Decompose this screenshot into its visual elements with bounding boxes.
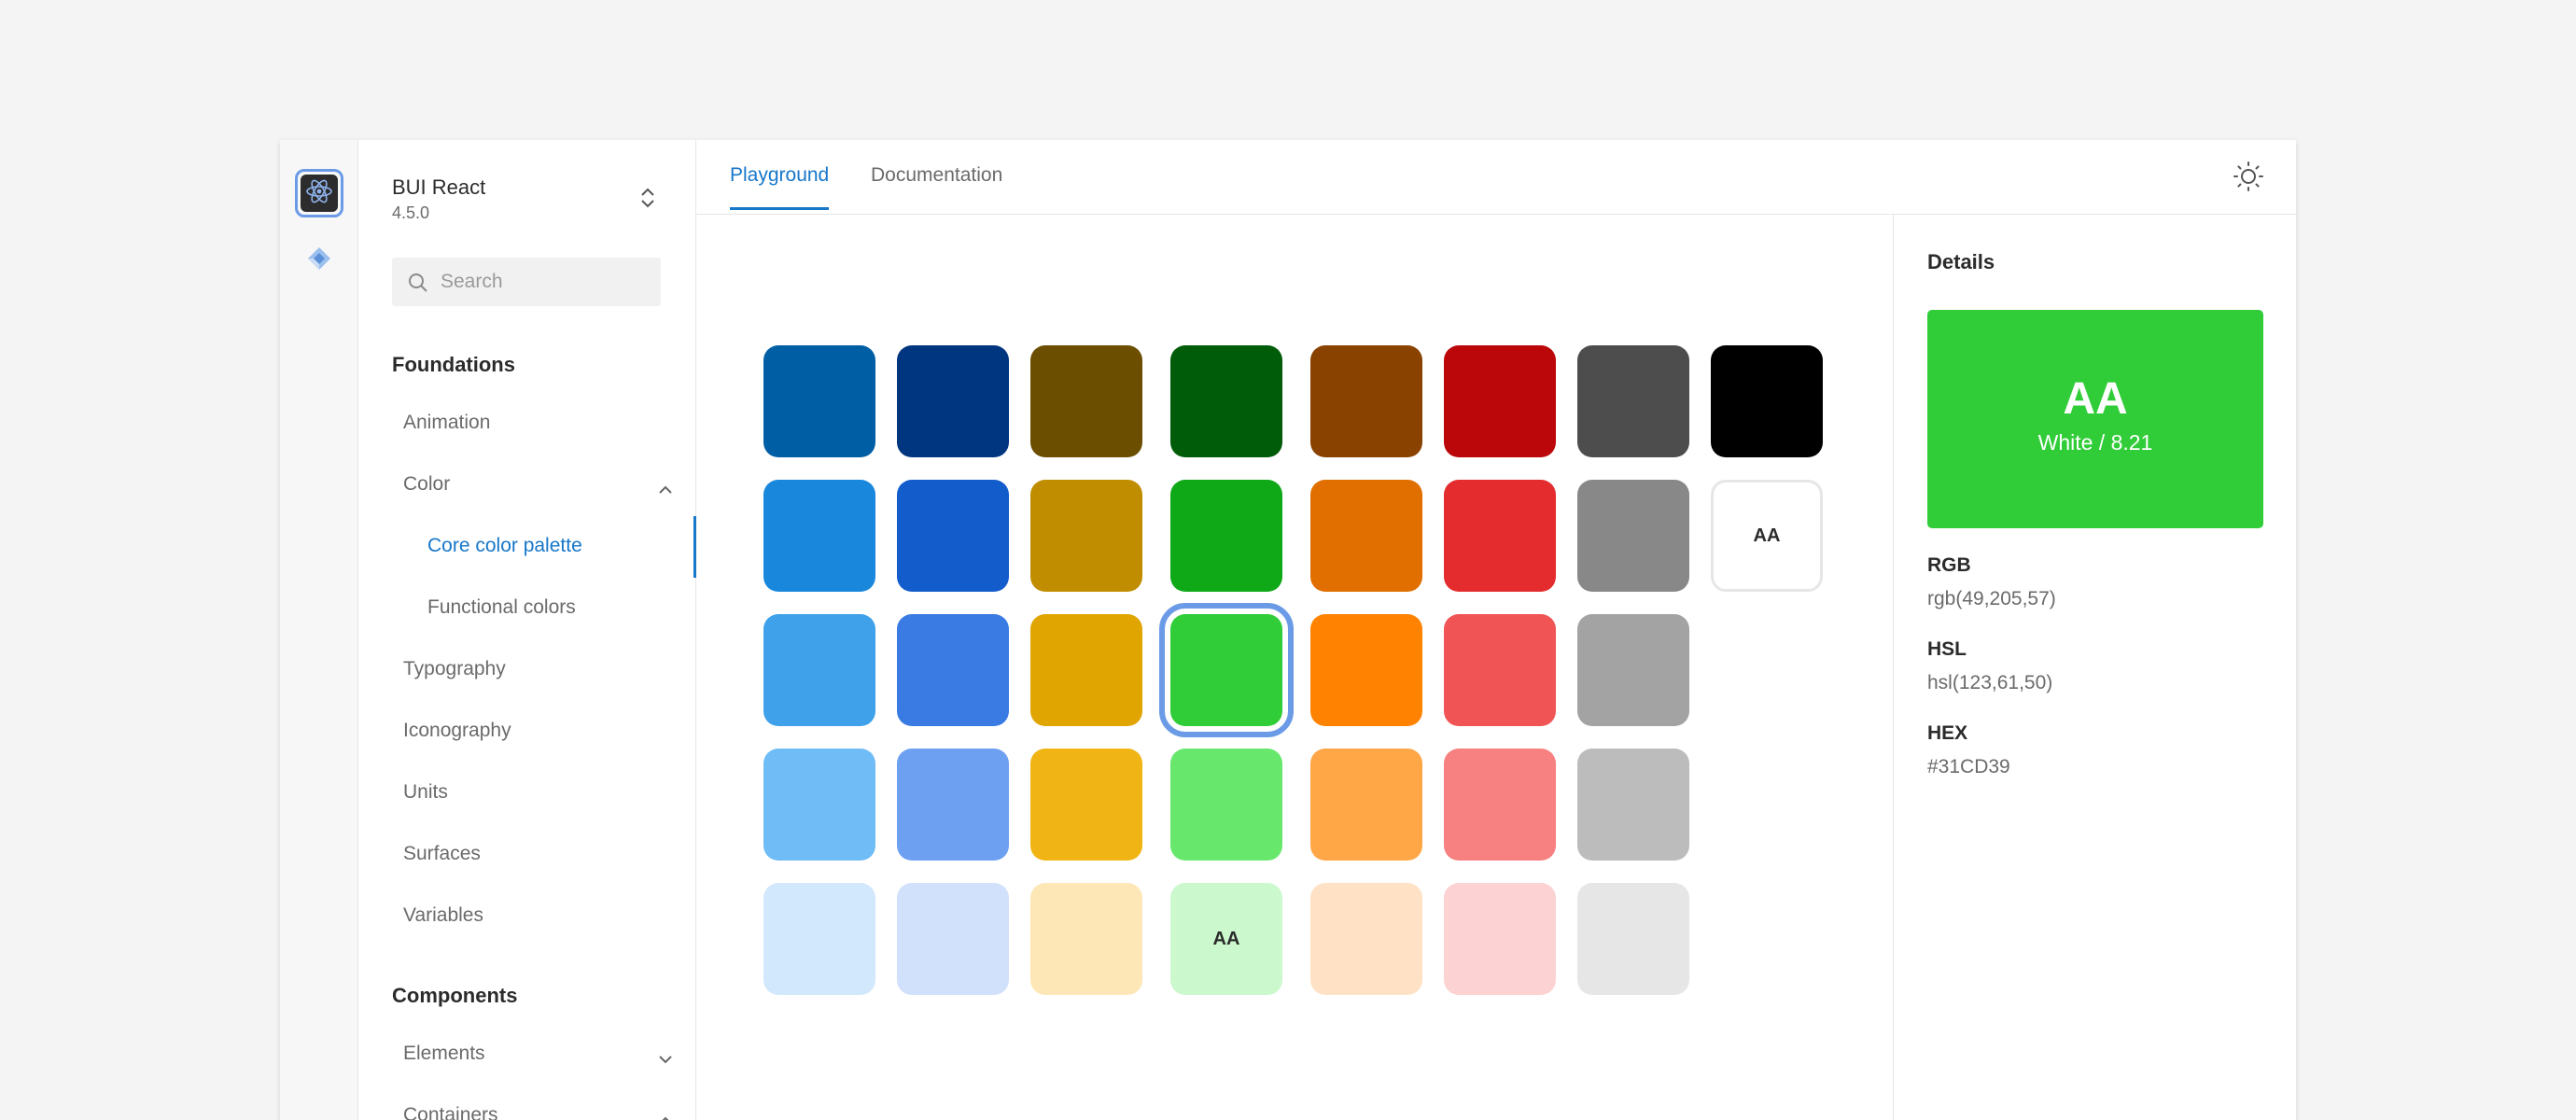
color-swatch[interactable]: [1159, 603, 1294, 737]
react-app-button[interactable]: [295, 169, 343, 217]
sidebar-item-label: Containers: [403, 1104, 498, 1120]
color-swatch[interactable]: [1310, 883, 1422, 995]
search-box[interactable]: [392, 258, 661, 306]
rgb-label: RGB: [1927, 554, 1971, 576]
color-swatch[interactable]: [763, 749, 875, 861]
sun-icon[interactable]: [2233, 161, 2264, 197]
sidebar-item-label: Units: [403, 781, 448, 803]
details-panel: Details AA White / 8.21 RGB rgb(49,205,5…: [1893, 215, 2296, 1120]
sidebar-item-label: Color: [403, 473, 451, 495]
sidebar-item-core-color-palette[interactable]: Core color palette: [427, 532, 698, 560]
color-swatch[interactable]: [763, 480, 875, 592]
sidebar-item-label: Core color palette: [427, 535, 582, 556]
chevron-up-icon: [657, 1108, 674, 1120]
sidebar-item-variables[interactable]: Variables: [403, 902, 674, 930]
color-swatch[interactable]: [1030, 345, 1142, 457]
top-tabs: Playground Documentation: [696, 140, 2296, 215]
project-switcher-icon[interactable]: [637, 185, 658, 211]
components-heading: Components: [392, 984, 518, 1007]
search-input[interactable]: [441, 258, 646, 306]
tab-documentation[interactable]: Documentation: [871, 164, 1002, 207]
sidebar-item-functional-colors[interactable]: Functional colors: [427, 594, 698, 622]
color-swatch[interactable]: [1030, 883, 1142, 995]
color-swatch[interactable]: [1577, 883, 1689, 995]
color-swatch[interactable]: [1030, 480, 1142, 592]
sidebar-item-label: Functional colors: [427, 596, 576, 618]
sidebar-item-color[interactable]: Color: [403, 470, 674, 498]
color-preview: AA White / 8.21: [1927, 310, 2263, 528]
app-window: BUI React 4.5.0 Foundations Animation Co…: [280, 140, 2296, 1120]
color-swatch[interactable]: [1577, 614, 1689, 726]
color-swatch[interactable]: [763, 883, 875, 995]
color-swatch[interactable]: [763, 345, 875, 457]
sidebar-item-label: Typography: [403, 658, 506, 679]
color-swatch[interactable]: [897, 614, 1009, 726]
secondary-app-button[interactable]: [295, 236, 343, 285]
color-swatch[interactable]: [1030, 749, 1142, 861]
hsl-label: HSL: [1927, 638, 1967, 660]
sidebar-item-label: Variables: [403, 904, 483, 926]
search-icon: [407, 272, 429, 299]
sidebar-item-units[interactable]: Units: [403, 778, 674, 806]
chevron-down-icon: [657, 1046, 674, 1074]
sidebar-item-elements[interactable]: Elements: [403, 1040, 674, 1068]
color-swatch[interactable]: [897, 749, 1009, 861]
project-name: BUI React: [392, 175, 486, 199]
color-swatch[interactable]: [763, 614, 875, 726]
foundations-heading: Foundations: [392, 353, 515, 376]
color-swatch[interactable]: [1030, 614, 1142, 726]
color-swatch[interactable]: [1577, 749, 1689, 861]
preview-contrast-ratio: White / 8.21: [2037, 430, 2153, 455]
color-swatch[interactable]: [1170, 345, 1282, 457]
color-swatch[interactable]: [897, 480, 1009, 592]
color-swatch[interactable]: [1310, 614, 1422, 726]
hex-value: #31CD39: [1927, 756, 2010, 777]
contrast-sample-label: AA: [1753, 525, 1781, 546]
contrast-sample-label: AA: [1212, 928, 1240, 949]
sidebar-item-containers[interactable]: Containers: [403, 1101, 674, 1120]
color-swatch[interactable]: [1170, 480, 1282, 592]
hsl-value: hsl(123,61,50): [1927, 672, 2053, 693]
color-swatch[interactable]: [1170, 749, 1282, 861]
color-swatch[interactable]: [1577, 345, 1689, 457]
hex-label: HEX: [1927, 722, 1968, 744]
color-swatch[interactable]: [1444, 345, 1556, 457]
react-icon: [305, 177, 333, 210]
color-swatch[interactable]: [1444, 749, 1556, 861]
color-swatch[interactable]: [1310, 749, 1422, 861]
preview-contrast-sample: AA: [2063, 374, 2128, 424]
sidebar-item-iconography[interactable]: Iconography: [403, 717, 674, 745]
sidebar-item-label: Surfaces: [403, 843, 481, 864]
color-palette-grid: AA AA: [696, 215, 1893, 1120]
color-swatch[interactable]: [1577, 480, 1689, 592]
sidebar-item-label: Elements: [403, 1043, 485, 1064]
color-swatch[interactable]: [1444, 614, 1556, 726]
details-title: Details: [1927, 250, 1995, 273]
project-info: BUI React 4.5.0: [392, 175, 485, 223]
tab-playground[interactable]: Playground: [730, 164, 830, 210]
color-swatch[interactable]: [1711, 345, 1823, 457]
sidebar-item-surfaces[interactable]: Surfaces: [403, 840, 674, 868]
sidebar-item-animation[interactable]: Animation: [403, 409, 674, 437]
sidebar-item-label: Iconography: [403, 720, 511, 741]
color-swatch[interactable]: AA: [1711, 480, 1823, 592]
project-version: 4.5.0: [392, 203, 430, 222]
chevron-up-icon: [657, 477, 674, 505]
diamond-logo-icon: [305, 245, 333, 277]
rgb-value: rgb(49,205,57): [1927, 588, 2056, 609]
color-swatch[interactable]: AA: [1170, 883, 1282, 995]
sidebar-item-typography[interactable]: Typography: [403, 655, 674, 683]
color-swatch[interactable]: [1310, 345, 1422, 457]
sidebar-item-label: Animation: [403, 412, 491, 433]
app-rail: [280, 140, 358, 1120]
color-swatch[interactable]: [1444, 883, 1556, 995]
sidebar: BUI React 4.5.0 Foundations Animation Co…: [358, 140, 696, 1120]
color-swatch[interactable]: [897, 883, 1009, 995]
color-swatch[interactable]: [1310, 480, 1422, 592]
color-swatch[interactable]: [1444, 480, 1556, 592]
color-swatch[interactable]: [897, 345, 1009, 457]
